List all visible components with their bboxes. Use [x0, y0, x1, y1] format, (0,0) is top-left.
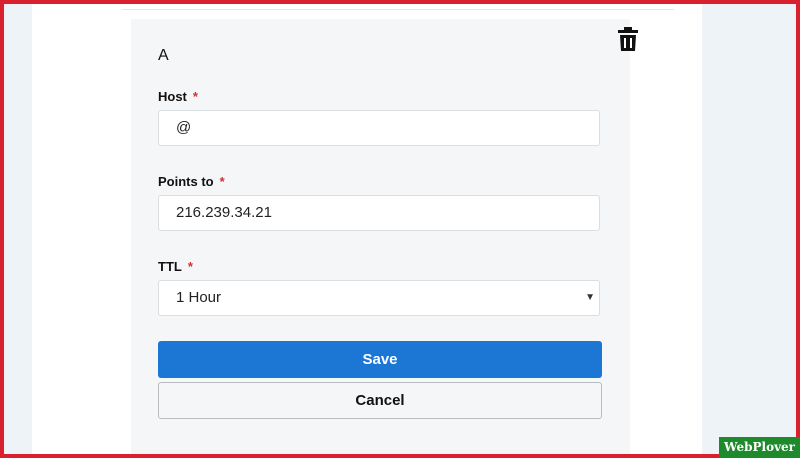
page-card: A Host * @ Points to * 216.239.34.21 TTL * … — [32, 0, 702, 458]
divider — [122, 9, 674, 10]
ttl-required-mark: * — [187, 259, 193, 274]
host-input[interactable]: @ — [158, 110, 600, 146]
record-type-label: A — [158, 47, 169, 64]
points-to-input[interactable]: 216.239.34.21 — [158, 195, 600, 231]
points-to-label-text: Points to — [158, 174, 214, 189]
ttl-select[interactable]: 1 Hour ▼ — [158, 280, 600, 316]
host-required-mark: * — [192, 89, 198, 104]
save-button[interactable]: Save — [158, 341, 602, 378]
dns-record-form: A Host * @ Points to * 216.239.34.21 TTL * … — [131, 19, 630, 458]
host-label: Host * — [158, 89, 198, 104]
host-label-text: Host — [158, 89, 187, 104]
chevron-down-icon: ▼ — [585, 292, 595, 303]
host-input-value: @ — [176, 119, 192, 136]
ttl-label-text: TTL — [158, 259, 182, 274]
ttl-label: TTL * — [158, 259, 193, 274]
points-to-input-value: 216.239.34.21 — [176, 204, 272, 221]
cancel-button[interactable]: Cancel — [158, 382, 602, 419]
watermark-logo: WebPlover — [719, 437, 800, 458]
trash-icon[interactable] — [616, 26, 640, 52]
points-to-label: Points to * — [158, 174, 225, 189]
ttl-selected-value: 1 Hour — [176, 289, 222, 306]
points-to-required-mark: * — [219, 174, 225, 189]
